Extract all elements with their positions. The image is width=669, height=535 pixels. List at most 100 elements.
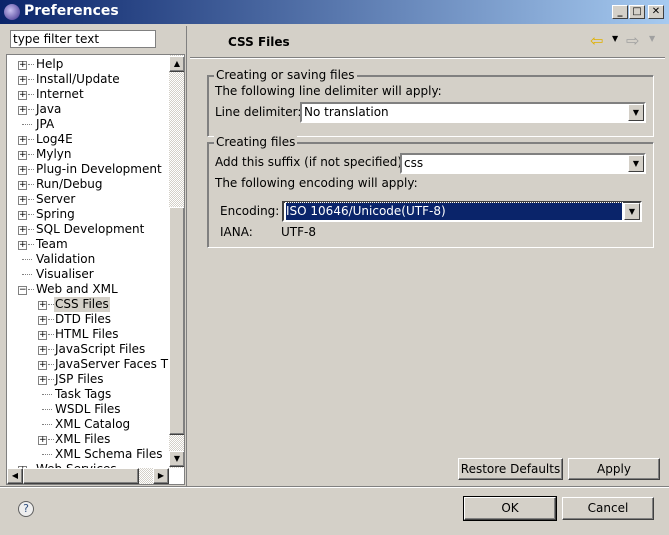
tree-item[interactable]: + Java <box>7 102 170 117</box>
tree-item[interactable]: Visualiser <box>7 267 170 282</box>
tree-connector <box>42 394 52 395</box>
expand-icon[interactable]: + <box>38 301 47 310</box>
expand-icon[interactable]: + <box>18 181 27 190</box>
tree-item[interactable]: JPA <box>7 117 170 132</box>
preference-tree: + Help + Install/Update + Internet + Java JPA + Lo… <box>6 54 185 485</box>
tree-item-label: JavaServer Faces T <box>55 357 169 371</box>
tree-item[interactable]: + Mylyn <box>7 147 170 162</box>
tree-item[interactable]: Task Tags <box>7 387 170 402</box>
tree-item[interactable]: + DTD Files <box>7 312 170 327</box>
chevron-down-icon[interactable]: ▼ <box>628 104 644 121</box>
tree-item-label: JSP Files <box>55 372 104 386</box>
tree-item[interactable]: XML Schema Files <box>7 447 170 462</box>
tree-item-label: Run/Debug <box>36 177 103 191</box>
expand-icon[interactable]: + <box>18 151 27 160</box>
maximize-button[interactable]: □ <box>629 5 645 19</box>
expand-icon[interactable]: + <box>38 376 47 385</box>
tree-item[interactable]: + XML Files <box>7 432 170 447</box>
tree-item[interactable]: + Plug-in Development <box>7 162 170 177</box>
expand-icon[interactable]: + <box>18 106 27 115</box>
tree-connector <box>28 94 34 95</box>
tree-item[interactable]: WSDL Files <box>7 402 170 417</box>
tree-item[interactable]: + Internet <box>7 87 170 102</box>
footer-divider <box>0 486 669 488</box>
tree-item-label: XML Files <box>55 432 111 446</box>
expand-icon[interactable]: + <box>38 436 47 445</box>
expand-icon[interactable]: + <box>18 76 27 85</box>
apply-button[interactable]: Apply <box>568 458 660 480</box>
expand-icon[interactable]: + <box>18 226 27 235</box>
expand-icon[interactable]: + <box>38 361 47 370</box>
encoding-select[interactable]: ISO 10646/Unicode(UTF-8) ▼ <box>282 201 642 222</box>
iana-label: IANA: <box>220 225 253 239</box>
tree-item[interactable]: + JavaServer Faces T <box>7 357 170 372</box>
chevron-down-icon[interactable]: ▼ <box>628 155 644 172</box>
tree-item[interactable]: + Run/Debug <box>7 177 170 192</box>
tree-item[interactable]: + JavaScript Files <box>7 342 170 357</box>
line-delimiter-value: No translation <box>304 105 389 119</box>
tree-item[interactable]: − Web and XML <box>7 282 170 297</box>
forward-dropdown-icon[interactable]: ▼ <box>649 34 655 43</box>
expand-icon[interactable]: + <box>18 91 27 100</box>
expand-icon[interactable]: + <box>18 61 27 70</box>
expand-icon[interactable]: + <box>38 316 47 325</box>
tree-item[interactable]: + SQL Development <box>7 222 170 237</box>
tree-item[interactable]: + JSP Files <box>7 372 170 387</box>
tree-item[interactable]: + Install/Update <box>7 72 170 87</box>
tree-item[interactable]: Validation <box>7 252 170 267</box>
minimize-button[interactable]: _ <box>612 5 628 19</box>
line-delimiter-description: The following line delimiter will apply: <box>215 84 442 98</box>
close-button[interactable]: ✕ <box>648 5 664 19</box>
tree-connector <box>28 229 34 230</box>
encoding-value: ISO 10646/Unicode(UTF-8) <box>285 202 623 221</box>
tree-item-label: WSDL Files <box>55 402 121 416</box>
group-title: Creating files <box>214 135 298 149</box>
expand-icon[interactable]: + <box>18 241 27 250</box>
tree-connector <box>42 409 52 410</box>
hscroll-thumb[interactable] <box>23 468 139 484</box>
expand-icon[interactable]: + <box>38 346 47 355</box>
expand-icon[interactable]: + <box>18 211 27 220</box>
suffix-select[interactable]: css ▼ <box>400 153 646 174</box>
scroll-up-button[interactable]: ▲ <box>169 56 184 72</box>
expand-icon[interactable]: + <box>18 136 27 145</box>
back-arrow-icon[interactable]: ⇦ <box>590 31 603 50</box>
tree-item[interactable]: + Log4E <box>7 132 170 147</box>
tree-item[interactable]: + Team <box>7 237 170 252</box>
restore-defaults-button[interactable]: Restore Defaults <box>458 458 563 480</box>
line-delimiter-select[interactable]: No translation ▼ <box>300 102 646 123</box>
back-dropdown-icon[interactable]: ▼ <box>612 34 618 43</box>
tree-item-label: XML Catalog <box>55 417 131 431</box>
tree-item-label: Java <box>36 102 62 116</box>
tree-item-label: Plug-in Development <box>36 162 162 176</box>
tree-item[interactable]: + HTML Files <box>7 327 170 342</box>
forward-arrow-icon[interactable]: ⇨ <box>626 31 639 50</box>
tree-item[interactable]: + Server <box>7 192 170 207</box>
tree-connector <box>28 64 34 65</box>
expand-icon[interactable]: + <box>18 166 27 175</box>
chevron-down-icon[interactable]: ▼ <box>624 203 640 220</box>
scroll-right-button[interactable]: ▶ <box>153 468 169 484</box>
collapse-icon[interactable]: − <box>18 286 27 295</box>
cancel-button[interactable]: Cancel <box>562 497 654 520</box>
scroll-thumb[interactable] <box>169 207 184 435</box>
ok-button[interactable]: OK <box>463 496 557 521</box>
help-icon[interactable]: ? <box>18 501 34 517</box>
encoding-description: The following encoding will apply: <box>215 176 418 190</box>
expand-icon[interactable]: + <box>18 196 27 205</box>
tree-item[interactable]: + Spring <box>7 207 170 222</box>
horizontal-scrollbar[interactable]: ◀ ▶ <box>7 468 169 484</box>
tree-connector <box>28 184 34 185</box>
window-title: Preferences <box>24 3 119 19</box>
tree-item[interactable]: + CSS Files <box>7 297 170 312</box>
vertical-scrollbar[interactable]: ▲ ▼ <box>169 55 184 468</box>
tree-item-label: DTD Files <box>55 312 111 326</box>
scroll-left-button[interactable]: ◀ <box>7 468 23 484</box>
tree-connector <box>28 139 34 140</box>
tree-item[interactable]: + Help <box>7 57 170 72</box>
tree-item[interactable]: XML Catalog <box>7 417 170 432</box>
scroll-down-button[interactable]: ▼ <box>169 451 184 467</box>
expand-icon[interactable]: + <box>38 331 47 340</box>
filter-input[interactable]: type filter text <box>10 30 156 48</box>
creating-files-group: Creating files Add this suffix (if not s… <box>207 135 654 248</box>
